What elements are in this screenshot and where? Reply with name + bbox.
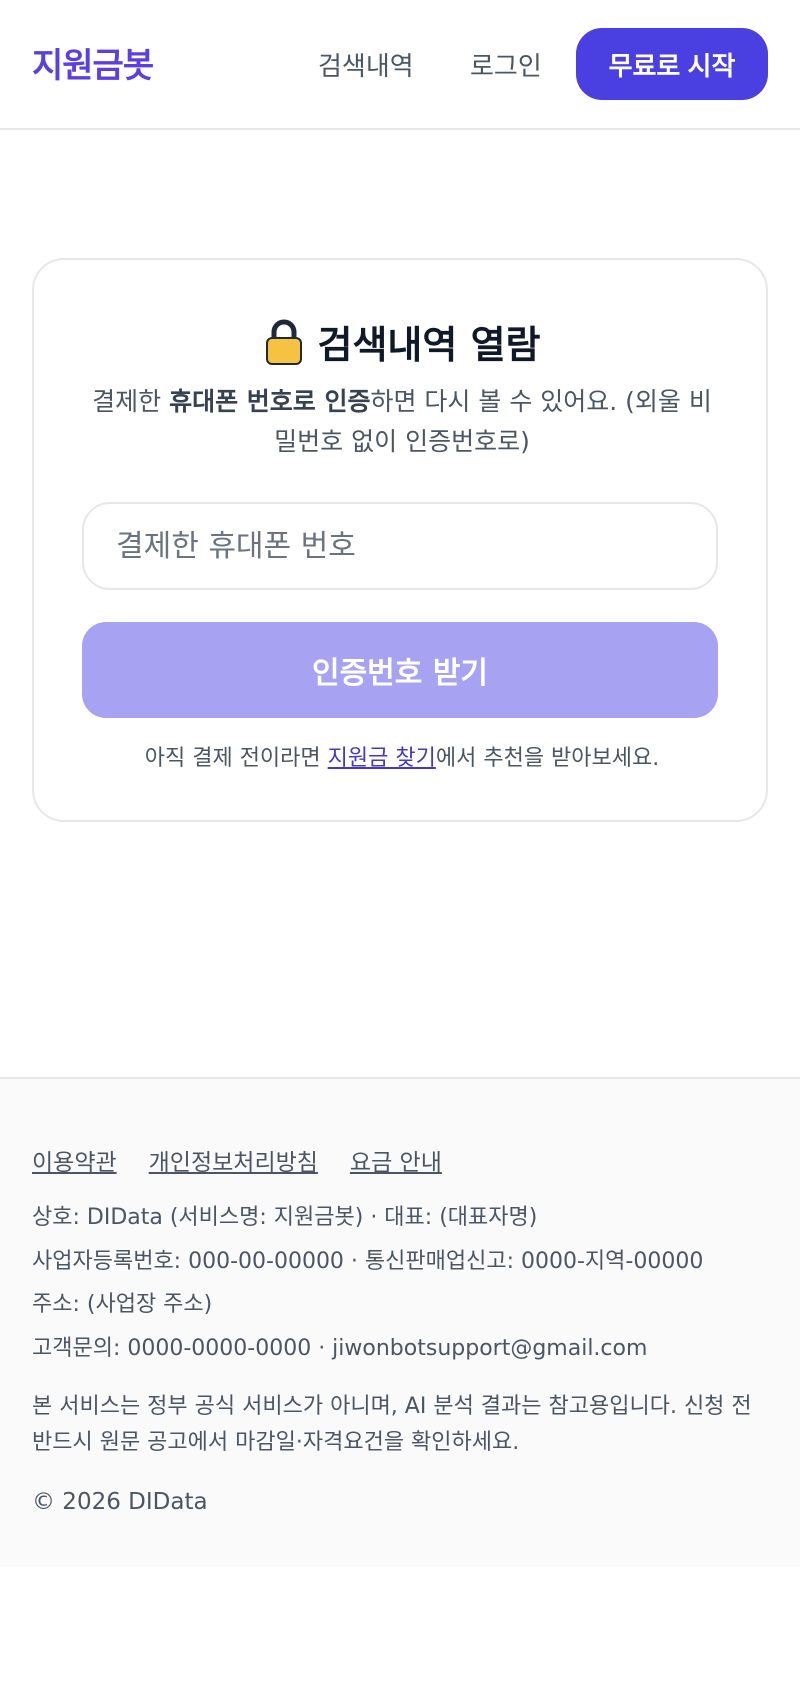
find-subsidy-link[interactable]: 지원금 찾기 <box>328 746 436 771</box>
nav-login[interactable]: 로그인 <box>470 46 542 83</box>
phone-number-input[interactable] <box>82 502 718 590</box>
terms-link[interactable]: 이용약관 <box>32 1143 117 1177</box>
desc-bold: 휴대폰 번호로 인증 <box>169 387 371 416</box>
address-info: 주소: (사업장 주소) <box>32 1292 213 1317</box>
note-suffix: 에서 추천을 받아보세요. <box>435 746 660 771</box>
company-info: 상호: DIData (서비스명: 지원금봇) · 대표: (대표자명) <box>32 1205 538 1230</box>
lock-icon <box>264 319 304 365</box>
privacy-policy-link[interactable]: 개인정보처리방침 <box>149 1143 318 1177</box>
history-access-card: 검색내역 열람 결제한 휴대폰 번호로 인증하면 다시 볼 수 있어요. (외울… <box>32 258 768 822</box>
request-code-button[interactable]: 인증번호 받기 <box>82 622 718 718</box>
footer-links: 이용약관 개인정보처리방침 요금 안내 <box>32 1143 442 1177</box>
pricing-link[interactable]: 요금 안내 <box>350 1143 442 1177</box>
top-header: 지원금봇 검색내역 로그인 무료로 시작 <box>0 0 800 130</box>
card-note: 아직 결제 전이라면 지원금 찾기에서 추천을 받아보세요. <box>34 740 770 772</box>
copyright: © 2026 DIData <box>32 1489 208 1515</box>
card-title: 검색내역 열람 <box>317 323 541 367</box>
disclaimer: 본 서비스는 정부 공식 서비스가 아니며, AI 분석 결과는 참고용입니다.… <box>32 1394 752 1455</box>
card-description: 결제한 휴대폰 번호로 인증하면 다시 볼 수 있어요. (외울 비밀번호 없이… <box>82 382 722 462</box>
registration-info: 사업자등록번호: 000-00-00000 · 통신판매업신고: 0000-지역… <box>32 1249 704 1274</box>
start-free-button[interactable]: 무료로 시작 <box>576 28 768 100</box>
card-heading: 검색내역 열람 <box>34 314 770 369</box>
logo[interactable]: 지원금봇 <box>32 38 154 87</box>
nav-search-history[interactable]: 검색내역 <box>318 46 414 83</box>
contact-info: 고객문의: 0000-0000-0000 · jiwonbotsupport@g… <box>32 1336 648 1361</box>
desc-prefix: 결제한 <box>92 387 170 416</box>
note-prefix: 아직 결제 전이라면 <box>144 746 328 771</box>
footer: 이용약관 개인정보처리방침 요금 안내 상호: DIData (서비스명: 지원… <box>0 1077 800 1567</box>
